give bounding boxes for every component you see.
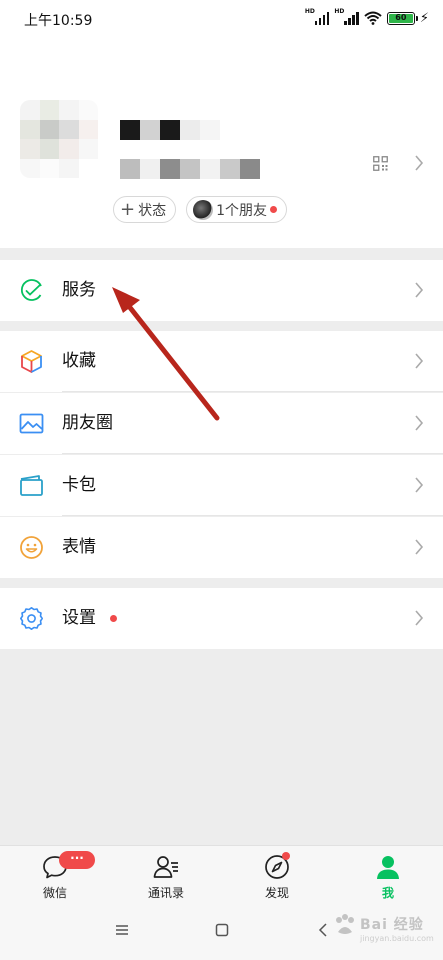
friends-tag-label: 1个朋友 xyxy=(216,202,268,219)
plus-icon: + xyxy=(120,198,136,220)
chevron-right-icon xyxy=(415,415,424,431)
watermark-brand: Bai 经验 xyxy=(360,917,424,933)
bottom-tab-bar: ··· 微信 通讯录 发现 我 xyxy=(0,845,443,905)
battery-level: 60 xyxy=(388,13,413,23)
tab-me-label: 我 xyxy=(381,886,394,900)
add-status-button[interactable]: + 状态 xyxy=(113,196,177,223)
status-icons: HD HD 60 ⚡ xyxy=(305,8,429,28)
menu-item-stickers[interactable]: 表情 xyxy=(0,517,443,578)
menu-item-cards[interactable]: 卡包 xyxy=(0,455,443,516)
signal-icon: HD xyxy=(334,9,359,25)
tab-contacts[interactable]: 通讯录 xyxy=(121,846,211,906)
status-time: 上午10:59 xyxy=(24,13,93,29)
contacts-icon xyxy=(153,856,178,878)
status-bar: 上午10:59 HD HD 60 ⚡ xyxy=(0,0,443,38)
services-label: 服务 xyxy=(62,280,96,300)
nickname-redacted xyxy=(120,120,220,140)
back-icon[interactable] xyxy=(318,923,328,937)
profile-tags: + 状态 1个朋友 xyxy=(113,196,288,223)
chevron-right-icon xyxy=(415,353,424,369)
chevron-right-icon xyxy=(415,610,424,626)
moments-photo-icon xyxy=(19,413,44,434)
wechat-id-redacted xyxy=(120,159,260,179)
menu-item-settings[interactable]: 设置 xyxy=(0,588,443,649)
me-person-icon xyxy=(377,856,399,879)
menu-item-favorites[interactable]: 收藏 xyxy=(0,331,443,392)
tab-contacts-label: 通讯录 xyxy=(147,886,184,900)
watermark-url: jingyan.baidu.com xyxy=(360,934,434,943)
tab-discover[interactable]: 发现 xyxy=(232,846,322,906)
battery-icon: 60 xyxy=(386,11,418,25)
menu-item-moments[interactable]: 朋友圈 xyxy=(0,393,443,454)
cards-label: 卡包 xyxy=(62,475,96,495)
menu-icon[interactable] xyxy=(115,923,129,937)
discover-notification-dot xyxy=(282,852,290,860)
wifi-icon xyxy=(364,11,382,25)
menu-item-services[interactable]: 服务 xyxy=(0,260,443,321)
favorites-cube-icon xyxy=(21,350,42,373)
friends-status-button[interactable]: 1个朋友 xyxy=(186,196,288,223)
settings-notification-dot xyxy=(110,615,117,622)
card-wallet-icon xyxy=(20,475,43,496)
tab-chats-label: 微信 xyxy=(42,886,67,900)
chevron-right-icon xyxy=(415,477,424,493)
divider xyxy=(62,453,443,454)
settings-label: 设置 xyxy=(62,608,96,628)
divider xyxy=(62,391,443,392)
favorites-label: 收藏 xyxy=(62,351,96,371)
friend-avatar xyxy=(193,199,214,220)
profile-header[interactable]: + 状态 1个朋友 xyxy=(0,38,443,248)
gear-icon xyxy=(20,607,43,630)
services-icon xyxy=(20,279,42,301)
tab-chats[interactable]: ··· 微信 xyxy=(10,846,100,906)
chevron-right-icon xyxy=(415,539,424,555)
chats-unread-badge: ··· xyxy=(59,851,95,869)
tab-discover-label: 发现 xyxy=(264,886,289,900)
moments-label: 朋友圈 xyxy=(62,413,113,433)
notification-dot xyxy=(270,206,278,213)
signal-icon: HD xyxy=(305,9,330,25)
avatar[interactable] xyxy=(20,100,98,178)
chevron-right-icon[interactable] xyxy=(414,155,424,171)
paw-logo-icon xyxy=(336,914,354,934)
tab-me[interactable]: 我 xyxy=(343,846,433,906)
charging-icon: ⚡ xyxy=(419,10,429,26)
baidu-watermark: Bai 经验 jingyan.baidu.com xyxy=(332,906,434,952)
status-tag-label: 状态 xyxy=(138,202,167,219)
chevron-right-icon xyxy=(415,282,424,298)
divider xyxy=(62,515,443,516)
stickers-label: 表情 xyxy=(62,537,96,557)
qr-code-icon[interactable] xyxy=(373,156,388,171)
home-square-icon[interactable] xyxy=(215,923,229,937)
smiley-icon xyxy=(20,536,43,559)
